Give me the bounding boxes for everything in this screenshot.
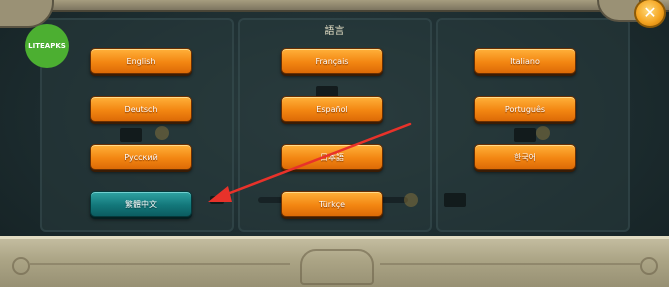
annotation-arrow: [208, 122, 412, 202]
arrow-shaft: [220, 122, 412, 198]
arrow-head: [208, 186, 232, 202]
game-screen: 語言 English Français Italiano Deutsch Esp…: [0, 0, 669, 287]
